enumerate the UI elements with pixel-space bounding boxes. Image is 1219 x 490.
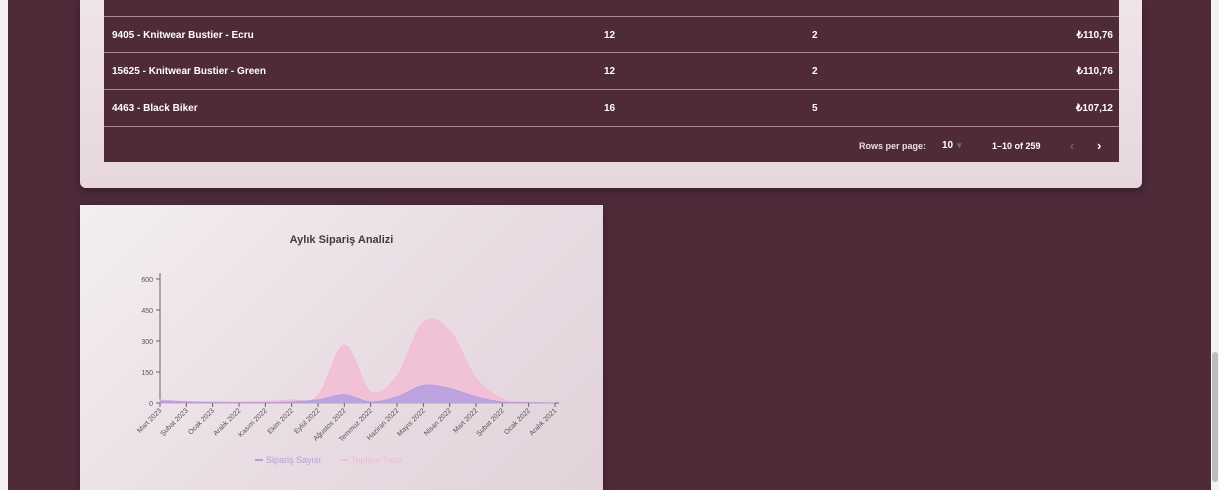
products-table-card: 9405 - Knitwear Bustier - Ecru 12 2 ₺110… xyxy=(80,0,1142,188)
price-cell: ₺110,76 xyxy=(1076,66,1113,77)
price-cell: ₺107,12 xyxy=(1076,103,1113,114)
x-tick-label: Mart 2022 xyxy=(452,407,479,434)
product-name-cell: 15625 - Knitwear Bustier - Green xyxy=(112,66,266,77)
product-name-cell: 9405 - Knitwear Bustier - Ecru xyxy=(112,30,254,41)
quantity-cell: 16 xyxy=(604,103,616,114)
x-tick-label: Mayıs 2022 xyxy=(396,407,427,438)
order-count-cell: 2 xyxy=(812,30,818,41)
table-pagination: Rows per page: 10 ▾ 1–10 of 259 ‹ › xyxy=(104,126,1119,163)
window-left-edge xyxy=(0,0,8,490)
rows-per-page-select[interactable]: 10 xyxy=(942,140,953,151)
legend-label: Toplam Tutar xyxy=(351,455,403,465)
table-row[interactable]: 15625 - Knitwear Bustier - Green 12 2 ₺1… xyxy=(104,52,1119,89)
order-count-cell: 5 xyxy=(812,103,818,114)
order-count-cell: 2 xyxy=(812,66,818,77)
x-tick-label: Ekim 2022 xyxy=(267,407,295,435)
x-tick-label: Mart 2023 xyxy=(136,407,163,434)
x-tick-label: Nisan 2022 xyxy=(423,407,453,437)
y-tick-label: 600 xyxy=(141,277,153,284)
y-tick-label: 300 xyxy=(141,339,153,346)
pagination-range: 1–10 of 259 xyxy=(992,141,1041,151)
legend-label: Sipariş Sayısı xyxy=(266,455,321,465)
y-tick-label: 0 xyxy=(149,401,153,408)
quantity-cell: 12 xyxy=(604,66,616,77)
series-area xyxy=(159,318,556,404)
monthly-order-chart-card: Aylık Sipariş Analizi 0 150 300 450 600 Mart … xyxy=(80,205,603,490)
x-tick-label: Aralık 2021 xyxy=(528,407,558,437)
scrollbar-thumb[interactable] xyxy=(1212,352,1218,482)
y-tick-label: 450 xyxy=(141,308,153,315)
x-tick-label: Şubat 2022 xyxy=(475,407,505,437)
chevron-right-icon[interactable]: › xyxy=(1097,138,1101,153)
price-cell: ₺110,76 xyxy=(1076,30,1113,41)
product-name-cell: 4463 - Black Biker xyxy=(112,103,198,114)
y-tick-label: 150 xyxy=(141,370,153,377)
area-chart: 0150300450600Mart 2023Şubat 2023Ocak 202… xyxy=(136,273,559,465)
x-tick-label: Şubat 2023 xyxy=(159,407,189,437)
quantity-cell: 12 xyxy=(604,30,616,41)
chevron-left-icon[interactable]: ‹ xyxy=(1070,139,1074,153)
products-table: 9405 - Knitwear Bustier - Ecru 12 2 ₺110… xyxy=(104,0,1119,162)
table-row[interactable]: 4463 - Black Biker 16 5 ₺107,12 xyxy=(104,89,1119,126)
page-scrollbar[interactable] xyxy=(1211,0,1219,490)
caret-down-icon[interactable]: ▾ xyxy=(957,140,962,151)
table-row[interactable]: 9405 - Knitwear Bustier - Ecru 12 2 ₺110… xyxy=(104,16,1119,53)
x-tick-label: Eylül 2022 xyxy=(293,407,321,435)
rows-per-page-label: Rows per page: xyxy=(859,141,927,151)
